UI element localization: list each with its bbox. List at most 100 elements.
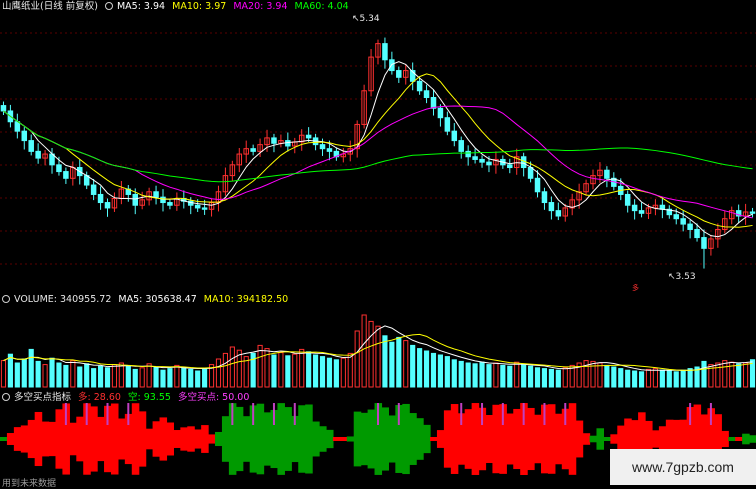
volume-bar bbox=[396, 336, 402, 388]
low-arrow-icon: ↖ bbox=[668, 272, 676, 282]
volume-bar bbox=[167, 368, 173, 388]
volume-bar bbox=[229, 346, 235, 388]
indicator-band bbox=[131, 403, 140, 475]
candle-body bbox=[437, 107, 444, 119]
indicator-band bbox=[312, 421, 320, 457]
volume-legend: VOLUME: 340955.72 MA5: 305638.47 MA10: 3… bbox=[2, 294, 292, 306]
volume-bar bbox=[257, 344, 263, 388]
indicator-band bbox=[277, 403, 285, 475]
volume-panel[interactable]: VOLUME: 340955.72 MA5: 305638.47 MA10: 3… bbox=[0, 292, 756, 389]
volume-bar bbox=[139, 367, 145, 388]
candle-body bbox=[749, 211, 756, 214]
volume-bar bbox=[84, 363, 90, 388]
indicator-band bbox=[97, 416, 105, 462]
indicator-band bbox=[513, 408, 521, 470]
candle-body bbox=[444, 117, 451, 132]
price-panel[interactable]: 山鹰纸业(日线 前复权) MA5: 3.94 MA10: 3.97 MA20: … bbox=[0, 0, 756, 292]
candle-body bbox=[305, 134, 312, 139]
indicator-band bbox=[436, 430, 445, 448]
ma10-line bbox=[3, 73, 753, 228]
volume-bar bbox=[77, 366, 83, 388]
ma60-legend: MA60: 4.04 bbox=[294, 1, 349, 12]
candle-body bbox=[104, 202, 111, 209]
candle-body bbox=[416, 80, 423, 92]
stock-title: 山鹰纸业(日线 前复权) bbox=[2, 1, 98, 12]
indicator-band bbox=[55, 409, 64, 469]
indicator-band bbox=[325, 429, 334, 449]
indicator-band bbox=[117, 418, 126, 460]
volume-bar bbox=[340, 357, 346, 388]
indicator-band bbox=[242, 416, 251, 462]
candle-body bbox=[97, 193, 104, 204]
volume-bar bbox=[500, 364, 506, 388]
candle-body bbox=[465, 150, 471, 158]
indicator-band bbox=[554, 413, 563, 465]
indicator-band bbox=[603, 437, 611, 441]
indicator-band bbox=[575, 420, 584, 458]
volume-bar bbox=[715, 362, 721, 388]
indicator-band bbox=[735, 437, 743, 441]
candle-body bbox=[694, 228, 700, 239]
indicator-band bbox=[332, 437, 341, 441]
indicator-band bbox=[749, 435, 756, 443]
volume-chart[interactable] bbox=[0, 292, 756, 389]
indicator-band bbox=[6, 433, 15, 445]
volume-bar bbox=[347, 352, 353, 388]
settings-circle-icon[interactable] bbox=[2, 295, 10, 303]
indicator-band bbox=[367, 409, 376, 469]
candle-body bbox=[90, 184, 97, 195]
indicator-band bbox=[221, 416, 230, 462]
indicator-band bbox=[506, 413, 514, 465]
indicator-band bbox=[464, 409, 473, 469]
volume-bar bbox=[514, 361, 520, 388]
candle-body bbox=[194, 204, 201, 209]
indicator-band bbox=[728, 437, 736, 441]
volume-bar bbox=[403, 340, 409, 388]
volume-bar bbox=[132, 368, 138, 388]
indicator-band bbox=[409, 413, 417, 465]
volume-bar bbox=[507, 365, 513, 388]
candle-body bbox=[21, 130, 28, 142]
volume-bar bbox=[743, 362, 749, 388]
volume-bar bbox=[14, 362, 20, 388]
volume-bar bbox=[722, 360, 728, 388]
volume-bar bbox=[625, 369, 631, 388]
indicator-band bbox=[180, 427, 188, 451]
indicator-band bbox=[194, 429, 202, 449]
volume-bar bbox=[285, 355, 291, 388]
volume-ma10-line bbox=[3, 333, 753, 371]
settings-circle-icon[interactable] bbox=[2, 393, 10, 401]
indicator-band bbox=[402, 403, 410, 475]
indicator-band bbox=[138, 411, 147, 467]
candle-body bbox=[507, 164, 513, 169]
indicator-band bbox=[492, 404, 500, 474]
volume-bar bbox=[97, 365, 104, 388]
ma20-legend: MA20: 3.94 bbox=[233, 1, 288, 12]
candle-body bbox=[160, 196, 166, 204]
volume-bar bbox=[632, 370, 638, 388]
candle-body bbox=[673, 214, 679, 220]
indicator-band bbox=[416, 418, 424, 460]
volume-bar bbox=[146, 363, 152, 388]
volume-bar bbox=[35, 360, 41, 388]
volume-bar bbox=[215, 358, 222, 388]
volume-bar bbox=[541, 368, 548, 388]
candle-body bbox=[0, 105, 7, 112]
volume-bar bbox=[299, 348, 305, 388]
indicator-band bbox=[76, 416, 84, 462]
volume-bar bbox=[326, 357, 333, 388]
settings-circle-icon[interactable] bbox=[104, 2, 113, 10]
indicator-band bbox=[360, 412, 369, 466]
high-arrow-icon: ↖ bbox=[352, 14, 360, 24]
indicator-band bbox=[27, 419, 36, 459]
volume-bar bbox=[306, 351, 312, 388]
indicator-band bbox=[450, 404, 459, 474]
volume-bar bbox=[174, 364, 180, 388]
indicator-band bbox=[381, 407, 390, 471]
volume-bar bbox=[333, 359, 339, 388]
indicator-band bbox=[721, 430, 729, 448]
volume-bar bbox=[659, 369, 665, 388]
indicator-band bbox=[527, 407, 535, 471]
price-chart[interactable] bbox=[0, 0, 756, 292]
volume-bar bbox=[63, 364, 69, 388]
